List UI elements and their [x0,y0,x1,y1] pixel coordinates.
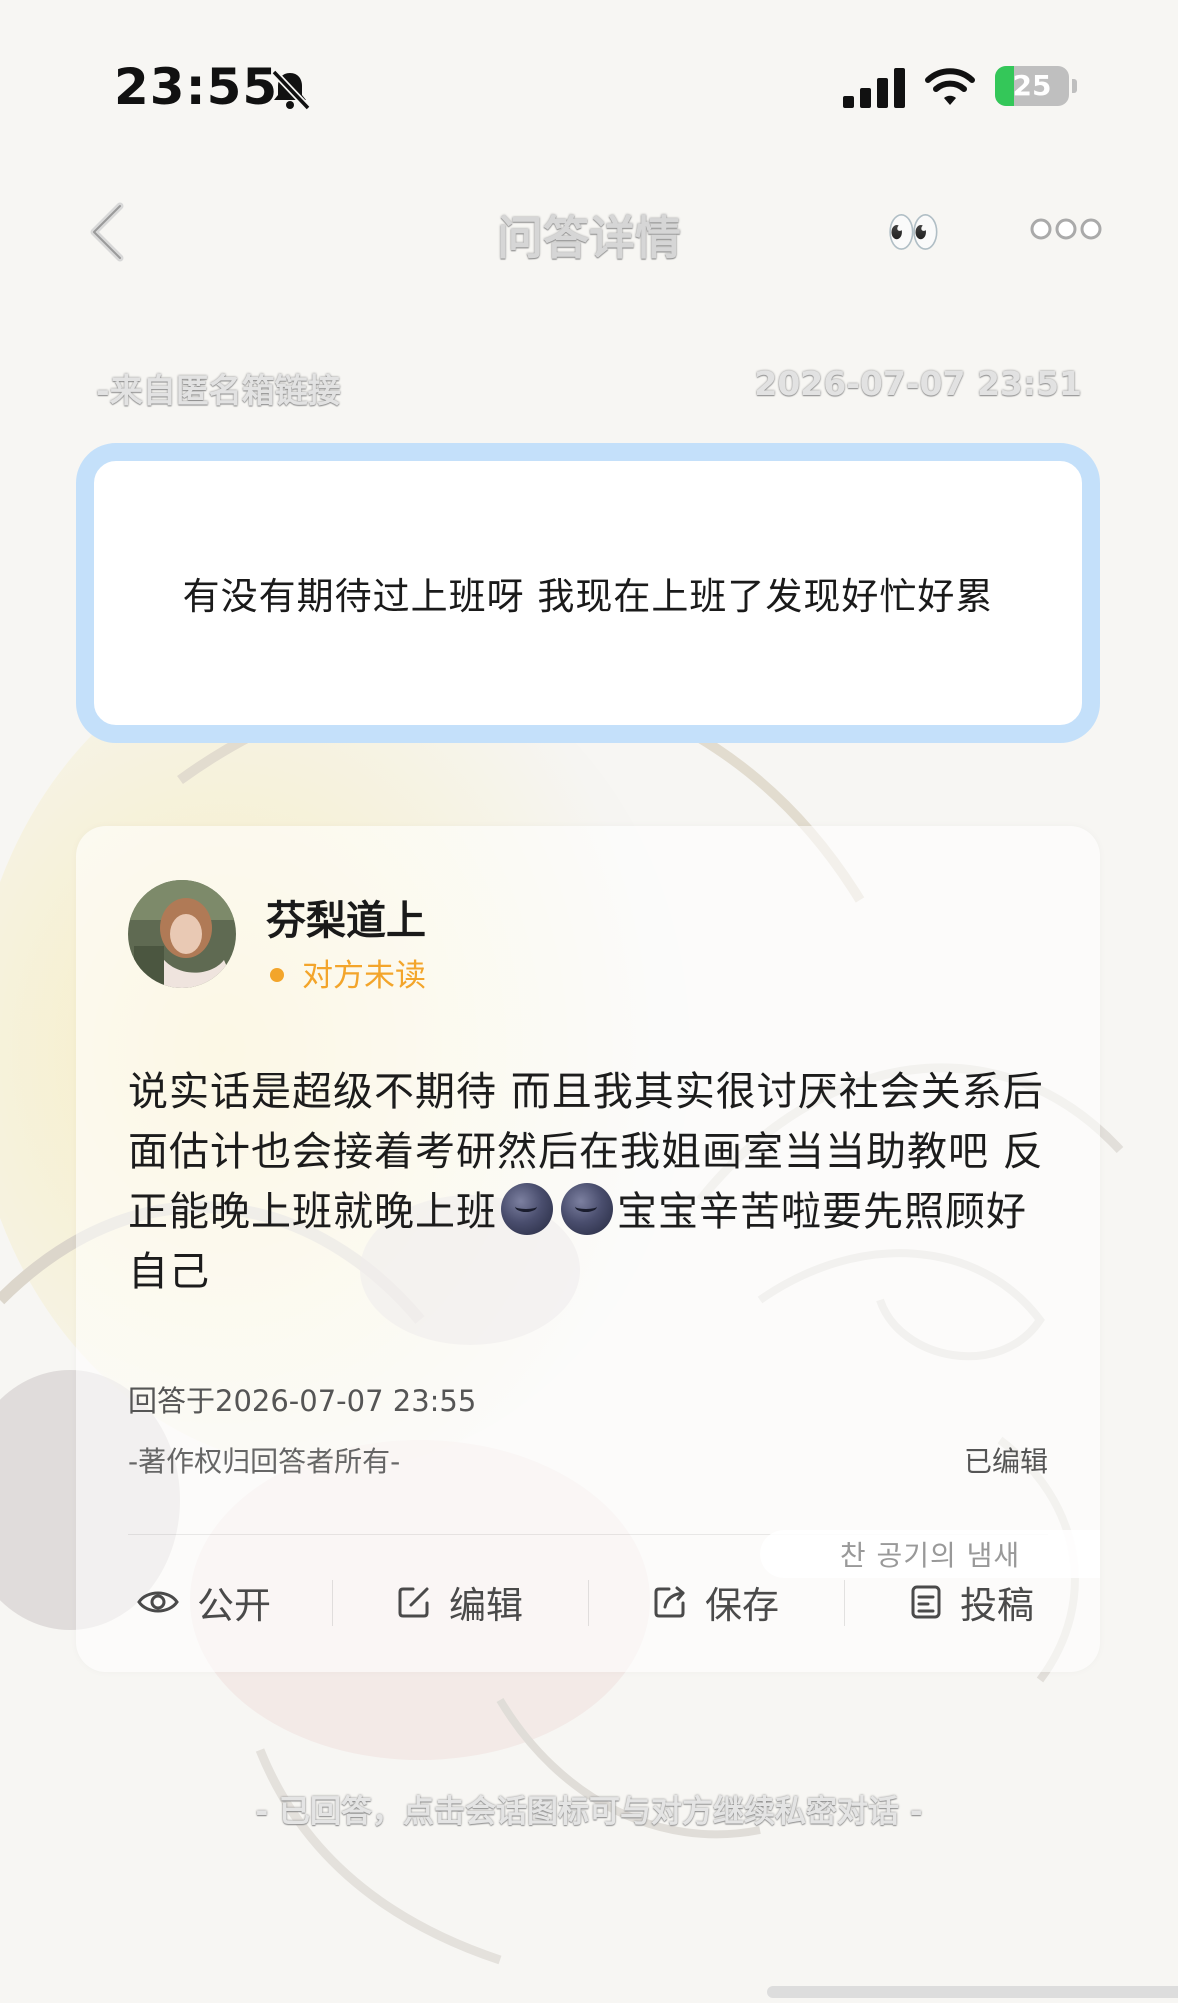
submit-button-label: 投稿 [960,1584,1034,1627]
battery-percentage: 25 [1012,69,1052,102]
save-button-label: 保存 [705,1584,779,1627]
question-card: 有没有期待过上班呀 我现在上班了发现好忙好累 [76,443,1100,743]
share-icon [654,1586,685,1618]
avatar[interactable] [128,880,236,988]
home-indicator [767,1986,1178,1998]
battery-indicator: 25 [995,66,1079,108]
footer-hint: - 已回答，点击会话图标可与对方继续私密对话 - [255,1794,923,1830]
unread-dot-icon [270,968,284,982]
eyes-icon[interactable]: 👀 [886,206,941,258]
question-source: -来自匿名箱链接 [96,371,341,410]
wifi-icon [925,68,975,105]
cellular-signal-icon [843,68,905,108]
public-button-label: 公开 [197,1584,271,1627]
answer-timestamp: 回答于2026-07-07 23:55 [128,1384,477,1418]
question-text: 有没有期待过上班呀 我现在上班了发现好忙好累 [182,575,994,618]
edited-label: 已编辑 [963,1445,1048,1478]
document-icon [911,1585,941,1619]
read-status: 对方未读 [266,950,426,995]
status-time: 23:55 [114,58,279,116]
page-title: 问答详情 [497,211,681,265]
more-dots-icon[interactable] [1030,214,1102,244]
answerer-name[interactable]: 芬梨道上 [266,888,426,946]
answer-text: 说实话是超级不期待 而且我其实很讨厌社会关系后面估计也会接着考研然后在我姐画室当… [128,1062,1058,1302]
edit-button[interactable]: 编辑 [332,1566,588,1638]
edit-button-label: 编辑 [449,1584,523,1627]
public-button[interactable]: 公开 [76,1566,332,1638]
copyright-notice: -著作权归回答者所有- [128,1445,401,1478]
question-timestamp: 2026-07-07 23:51 [754,364,1082,403]
new-moon-face-emoji-icon [501,1183,553,1235]
chevron-left-icon[interactable] [86,200,126,264]
read-status-label: 对方未读 [302,958,426,994]
bell-muted-icon [271,69,311,111]
eye-icon [137,1591,179,1613]
edit-icon [398,1587,429,1618]
new-moon-face-emoji-icon [561,1183,613,1235]
watermark: 찬 공기의 냄새 [760,1530,1100,1578]
